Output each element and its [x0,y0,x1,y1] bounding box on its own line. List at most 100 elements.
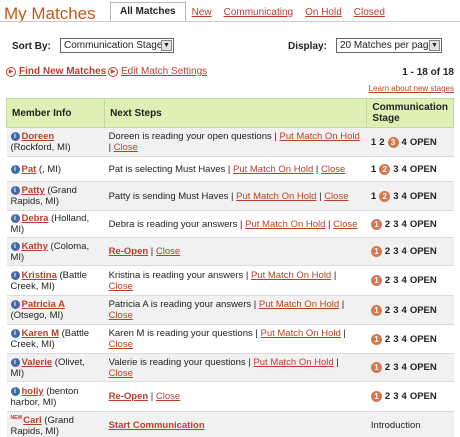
info-icon[interactable]: i [10,300,20,309]
stage-indicator: 1 2 3 4 OPEN [370,136,440,148]
table-header-row: Member Info Next Steps Communication Sta… [5,98,454,128]
close-link[interactable]: Close [321,164,345,175]
next-step-text: Doreen is reading your open questions | [108,131,280,142]
table-row: i Kathy (Coloma, MI) Re-Open | Close 1 2 3 4 OP… [6,237,454,266]
member-name-link[interactable]: Kristina [22,270,57,281]
tab-all-matches[interactable]: All Matches [110,2,186,22]
sort-select[interactable]: Communication Stage ▼ [60,38,174,53]
stage-cell: 1 2 3 4 OPEN [366,156,454,182]
stage-current: 1 [370,304,382,316]
put-match-on-hold-link[interactable]: Put Match On Hold [251,270,331,281]
edit-settings-label: Edit Match Settings [121,66,208,77]
close-link[interactable]: Close [114,142,138,153]
put-match-on-hold-link[interactable]: Put Match On Hold [280,131,360,142]
next-step-text: Karen M is reading your questions | [108,328,261,339]
next-steps-cell: Re-Open | Close [104,237,367,266]
tab-communicating[interactable]: Communicating [218,4,299,22]
find-matches-link[interactable]: ▶ Find New Matches [6,66,106,77]
info-icon[interactable]: i [10,357,20,367]
close-link[interactable]: Close [109,368,133,379]
member-info-cell: i Patty (Grand Rapids, MI) [6,181,105,211]
stage-step: 4 [401,391,407,402]
member-name-link[interactable]: Carl [23,415,41,426]
info-icon[interactable]: i [10,214,20,223]
results-range: 1 - 18 of 18 [402,67,454,78]
member-name-link[interactable]: holly [22,386,44,397]
stage-cell: 1 2 3 4 OPEN [366,210,454,238]
stage-step: 2 [384,218,391,230]
info-icon[interactable]: i [10,186,20,195]
info-icon[interactable]: i [10,270,20,280]
stage-indicator: 1 2 3 4 OPEN [370,333,440,345]
stage-current: 1 [370,246,382,257]
member-name-link[interactable]: Patty [22,185,45,196]
put-match-on-hold-link[interactable]: Put Match On Hold [253,357,333,368]
stage-step: 1 [370,190,377,202]
put-match-on-hold-link[interactable]: Put Match On Hold [259,299,339,310]
next-steps-cell: Debra is reading your answers | Put Matc… [104,210,367,238]
put-match-on-hold-link[interactable]: Put Match On Hold [260,328,340,339]
stage-step: OPEN [409,246,437,257]
next-step-text: Patricia A is reading your answers | [108,299,259,310]
separator: | [148,391,156,402]
member-info-cell: i Pat (, MI) [6,156,105,182]
re-open-link[interactable]: Re-Open [109,246,149,257]
next-step-text: Debra is reading your answers | [108,218,246,230]
member-name-link[interactable]: Doreen [22,131,55,142]
table-row: i Kristina (Battle Creek, MI) Kristina is … [6,265,454,296]
display-select[interactable]: 20 Matches per page ▼ [336,38,442,53]
stage-step: 4 [401,333,407,345]
info-icon[interactable]: i [10,329,20,338]
info-icon[interactable]: i [10,132,20,141]
separator: | [333,356,339,368]
stage-step: 3 [393,275,399,286]
table-row: i Pat (, MI) Pat is selecting Must Haves |… [6,156,454,182]
close-link[interactable]: Close [156,391,180,402]
edit-settings-link[interactable]: ▶ Edit Match Settings [108,66,207,77]
info-icon[interactable]: i [10,386,20,396]
put-match-on-hold-link[interactable]: Put Match On Hold [236,191,316,202]
member-info-cell: i Kristina (Battle Creek, MI) [6,265,105,296]
stage-step: 1 [370,136,377,148]
start-communication-link[interactable]: Start Communication [109,420,205,431]
chevron-down-icon: ▼ [161,40,172,51]
stage-step: OPEN [409,304,437,316]
member-name-link[interactable]: Pat [22,164,37,175]
info-icon[interactable]: i [10,164,20,174]
table-row: i holly (benton harbor, MI) Re-Open | Clos… [6,381,454,412]
close-link[interactable]: Close [156,246,180,257]
stage-step: OPEN [409,136,437,148]
stage-cell: 1 2 3 4 OPEN [366,381,454,412]
member-name-link[interactable]: Valerie [22,357,53,368]
stage-current: 2 [379,163,391,175]
re-open-link[interactable]: Re-Open [109,391,149,402]
stage-step: 4 [401,136,407,148]
close-link[interactable]: Close [324,191,348,202]
next-steps-cell: Re-Open | Close [104,381,367,412]
matches-table: Member Info Next Steps Communication Sta… [5,98,454,437]
put-match-on-hold-link[interactable]: Put Match On Hold [245,219,325,230]
member-name-link[interactable]: Debra [22,213,49,224]
stage-step: 4 [401,275,407,286]
stage-step: 3 [393,218,399,230]
table-row: i Patty (Grand Rapids, MI) Patty is sendin… [6,181,454,211]
close-link[interactable]: Close [109,281,133,292]
member-name-link[interactable]: Patricia A [22,299,65,310]
close-link[interactable]: Close [109,310,133,321]
member-name-link[interactable]: Karen M [22,328,59,339]
tab-new[interactable]: New [186,4,218,22]
stage-step: 3 [393,163,399,175]
put-match-on-hold-link[interactable]: Put Match On Hold [233,164,313,175]
stage-step: OPEN [409,218,437,230]
close-link[interactable]: Close [109,339,133,350]
stage-step: 2 [384,304,391,316]
info-icon[interactable]: i [10,241,20,251]
member-name-link[interactable]: Kathy [22,241,48,252]
tab-on-hold[interactable]: On Hold [299,4,348,22]
tab-closed[interactable]: Closed [348,4,391,22]
chevron-down-icon: ▼ [429,40,440,51]
close-link[interactable]: Close [333,219,357,230]
stage-step: 3 [393,333,399,345]
next-steps-cell: Valerie is reading your questions | Put … [104,353,367,382]
learn-stages-link[interactable]: Learn about new stages [369,84,454,93]
